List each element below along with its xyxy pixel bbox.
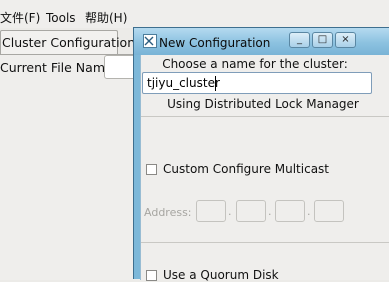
- menu-help[interactable]: 帮助(H): [85, 11, 127, 25]
- address-octet-2[interactable]: [236, 200, 266, 222]
- address-octet-3[interactable]: [275, 200, 305, 222]
- cluster-name-prompt: Choose a name for the cluster:: [162, 57, 348, 71]
- new-configuration-dialog: New Configuration _ □ × Choose a name fo…: [133, 27, 389, 282]
- menu-file[interactable]: 文件(F): [0, 11, 40, 25]
- cluster-name-value: tjiyu_cluster: [147, 76, 220, 90]
- maximize-icon: □: [317, 34, 328, 45]
- custom-multicast-label[interactable]: Custom Configure Multicast: [163, 162, 329, 176]
- dialog-title-bar[interactable]: New Configuration _ □ ×: [134, 28, 389, 55]
- current-file-name-label: Current File Name:: [0, 60, 117, 75]
- text-caret: [215, 76, 216, 91]
- tab-label: Cluster Configuration: [2, 35, 136, 50]
- close-icon: ×: [341, 34, 350, 45]
- maximize-button[interactable]: □: [312, 32, 333, 48]
- custom-multicast-checkbox[interactable]: [146, 164, 157, 175]
- quorum-disk-checkbox[interactable]: [146, 270, 157, 281]
- quorum-disk-label[interactable]: Use a Quorum Disk: [163, 268, 279, 282]
- separator: [141, 116, 389, 117]
- app-icon: [143, 34, 157, 48]
- minimize-icon: _: [297, 34, 302, 45]
- dialog-title: New Configuration: [159, 36, 271, 50]
- address-dot: .: [268, 205, 272, 218]
- separator: [141, 242, 389, 243]
- menu-tools[interactable]: Tools: [46, 11, 76, 25]
- address-dot: .: [228, 205, 232, 218]
- address-octet-1[interactable]: [196, 200, 226, 222]
- address-dot: .: [307, 205, 311, 218]
- close-button[interactable]: ×: [335, 32, 356, 48]
- address-octet-4[interactable]: [314, 200, 344, 222]
- cluster-name-input[interactable]: tjiyu_cluster: [142, 72, 372, 94]
- tab-cluster-configuration[interactable]: Cluster Configuration: [0, 30, 135, 54]
- menu-bar: 文件(F) Tools 帮助(H): [0, 0, 389, 28]
- minimize-button[interactable]: _: [289, 32, 310, 48]
- dialog-body: Choose a name for the cluster: tjiyu_clu…: [140, 55, 389, 282]
- lock-manager-label: Using Distributed Lock Manager: [167, 97, 359, 111]
- address-label: Address:: [144, 206, 192, 219]
